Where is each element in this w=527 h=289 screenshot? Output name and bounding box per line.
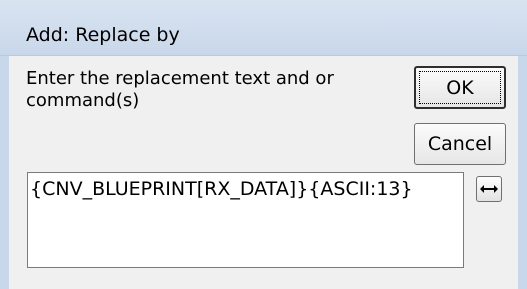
ok-button-label: OK <box>446 77 474 99</box>
ok-button[interactable]: OK <box>414 66 506 109</box>
replace-by-dialog: Add: Replace by Enter the replacement te… <box>0 0 527 289</box>
double-arrow-horizontal-icon <box>480 185 498 193</box>
dialog-frame-right <box>518 56 527 289</box>
replacement-text-field[interactable]: {CNV_BLUEPRINT[RX_DATA]}{ASCII:13} <box>27 172 464 268</box>
prompt-label: Enter the replacement text and or comman… <box>26 68 334 111</box>
dialog-titlebar[interactable]: Add: Replace by <box>0 0 527 56</box>
cancel-button[interactable]: Cancel <box>414 123 506 165</box>
dialog-frame-left <box>0 56 9 289</box>
expand-button[interactable] <box>476 176 502 202</box>
dialog-title: Add: Replace by <box>26 24 180 46</box>
